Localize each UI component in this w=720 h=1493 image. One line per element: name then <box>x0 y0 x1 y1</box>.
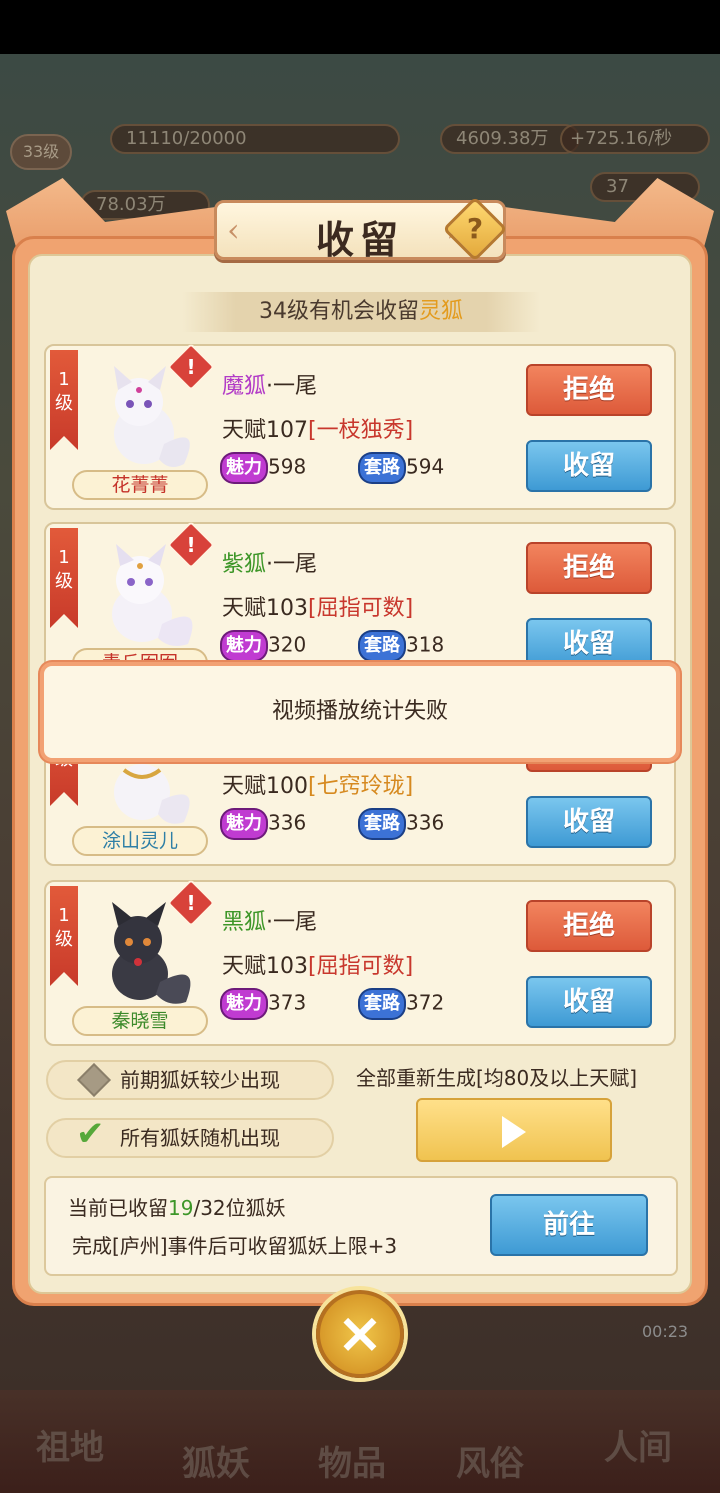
dialog-subtitle: 34级有机会收留灵狐 <box>182 292 540 332</box>
trick-icon: 套路 <box>360 810 404 838</box>
talent-value: 天赋107 <box>222 418 308 443</box>
trick-value: 318 <box>406 632 445 657</box>
reject-button[interactable]: 拒绝 <box>526 542 652 594</box>
talent-value: 天赋100 <box>222 774 308 799</box>
nav-item-items[interactable]: 物品 <box>318 1436 386 1485</box>
toast-message: 视频播放统计失败 <box>40 662 680 762</box>
talent-tag: [七窍玲珑] <box>308 774 414 799</box>
fox-type: 紫狐·一尾 <box>222 546 317 578</box>
talent-tag: [屈指可数] <box>308 954 414 979</box>
timer-text: 00:23 <box>642 1322 689 1341</box>
keep-button[interactable]: 收留 <box>526 976 652 1028</box>
talent-value: 天赋103 <box>222 954 308 979</box>
trick-icon: 套路 <box>360 454 404 482</box>
go-button[interactable]: 前往 <box>490 1194 648 1256</box>
nav-item-fox[interactable]: 狐妖 <box>182 1436 250 1485</box>
capacity-suffix: /32位狐妖 <box>193 1196 286 1220</box>
charm-value: 320 <box>268 632 307 657</box>
capacity-line: 当前已收留19/32位狐妖 <box>68 1192 286 1221</box>
charm-stat: 魅力 320 <box>222 632 306 660</box>
fox-tails: ·一尾 <box>266 552 318 577</box>
talent-tag: [一枝独秀] <box>308 418 414 443</box>
level-ribbon: 1级 <box>50 528 78 628</box>
fox-name: 秦晓雪 <box>72 1006 208 1036</box>
fox-name: 涂山灵儿 <box>72 826 208 856</box>
option-label: 所有狐妖随机出现 <box>120 1126 280 1150</box>
trick-stat: 套路 318 <box>360 632 444 660</box>
talent-tag: [屈指可数] <box>308 596 414 621</box>
currency-value: 4609.38万 <box>440 124 580 154</box>
trick-stat: 套路 594 <box>360 454 444 482</box>
fox-talent: 天赋100[七窍玲珑] <box>222 768 413 800</box>
fox-type-name: 黑狐 <box>222 910 267 935</box>
charm-stat: 魅力 336 <box>222 810 306 838</box>
trick-icon: 套路 <box>360 632 404 660</box>
exp-bar: 11110/20000 <box>110 124 400 154</box>
capacity-hint: 完成[庐州]事件后可收留狐妖上限+3 <box>72 1234 398 1258</box>
status-bar <box>0 0 720 54</box>
fox-card: 1级 ! 花菁菁 魔狐·一尾 天赋107[一枝独秀] 魅力 598 套路 594 拒… <box>44 342 676 510</box>
fox-type: 魔狐·一尾 <box>222 368 317 400</box>
fox-type-name: 紫狐 <box>222 552 267 577</box>
nav-item-ancestral[interactable]: 祖地 <box>36 1420 104 1469</box>
charm-stat: 魅力 598 <box>222 454 306 482</box>
charm-stat: 魅力 373 <box>222 990 306 1018</box>
regenerate-video-button[interactable] <box>416 1098 612 1162</box>
subtitle-text: 34级有机会收留 <box>258 299 419 324</box>
fox-talent: 天赋103[屈指可数] <box>222 590 413 622</box>
charm-value: 598 <box>268 454 307 479</box>
option-all-random-foxes[interactable]: ✔ 所有狐妖随机出现 <box>46 1114 334 1158</box>
trick-value: 594 <box>406 454 445 479</box>
capacity-count: 19 <box>168 1196 194 1220</box>
charm-value: 336 <box>268 810 307 835</box>
option-fewer-early-foxes[interactable]: 前期狐妖较少出现 <box>46 1060 334 1100</box>
trick-value: 336 <box>406 810 445 835</box>
fox-name: 花菁菁 <box>72 470 208 500</box>
regenerate-label: 全部重新生成[均80及以上天赋] <box>356 1066 638 1090</box>
fox-talent: 天赋107[一枝独秀] <box>222 412 413 444</box>
fox-type-name: 魔狐 <box>222 374 267 399</box>
unchecked-box-icon <box>77 1063 111 1097</box>
charm-icon: 魅力 <box>222 990 266 1018</box>
trick-stat: 套路 372 <box>360 990 444 1018</box>
play-icon <box>502 1116 526 1148</box>
close-button[interactable]: × <box>316 1290 404 1378</box>
help-icon: ? <box>466 212 484 245</box>
close-icon: × <box>336 1301 384 1366</box>
charm-icon: 魅力 <box>222 454 266 482</box>
fox-card: 1级 ! 秦晓雪 黑狐·一尾 天赋103[屈指可数] 魅力 373 套路 372 拒… <box>44 878 676 1046</box>
nav-item-customs[interactable]: 风俗 <box>456 1436 524 1485</box>
fox-type: 黑狐·一尾 <box>222 904 317 936</box>
talent-value: 天赋103 <box>222 596 308 621</box>
capacity-prefix: 当前已收留 <box>68 1196 168 1220</box>
fox-tails: ·一尾 <box>266 374 318 399</box>
currency-rate: +725.16/秒 <box>560 124 710 154</box>
level-ribbon: 1级 <box>50 886 78 986</box>
trick-icon: 套路 <box>360 990 404 1018</box>
trick-stat: 套路 336 <box>360 810 444 838</box>
reject-button[interactable]: 拒绝 <box>526 364 652 416</box>
keep-button[interactable]: 收留 <box>526 796 652 848</box>
checkmark-icon: ✔ <box>76 1114 105 1154</box>
player-level-badge: 33级 <box>10 134 72 170</box>
fox-tails: ·一尾 <box>266 910 318 935</box>
charm-value: 373 <box>268 990 307 1015</box>
option-label: 前期狐妖较少出现 <box>120 1068 280 1092</box>
charm-icon: 魅力 <box>222 632 266 660</box>
trick-value: 372 <box>406 990 445 1015</box>
reject-button[interactable]: 拒绝 <box>526 900 652 952</box>
charm-icon: 魅力 <box>222 810 266 838</box>
keep-button[interactable]: 收留 <box>526 440 652 492</box>
nav-item-world[interactable]: 人间 <box>604 1420 672 1469</box>
level-ribbon: 1级 <box>50 350 78 450</box>
subtitle-highlight: 灵狐 <box>418 299 463 324</box>
fox-talent: 天赋103[屈指可数] <box>222 948 413 980</box>
